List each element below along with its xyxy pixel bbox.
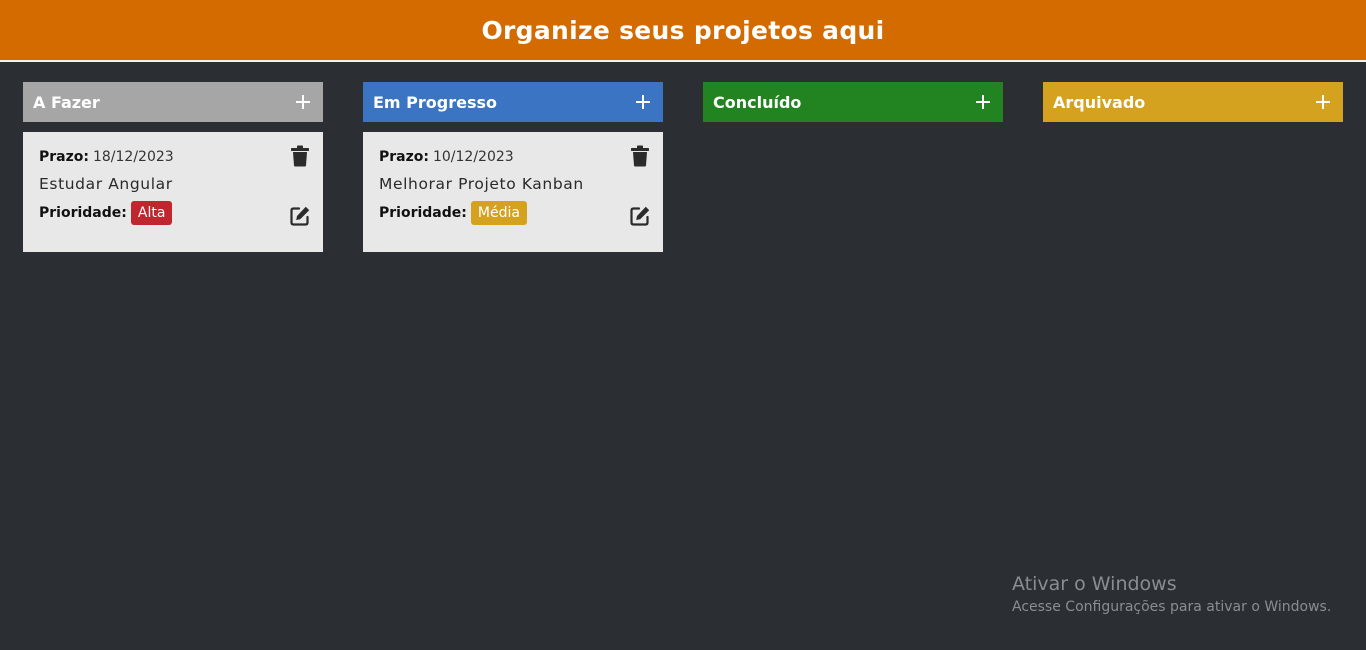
column-arquivado: Arquivado (1043, 82, 1343, 122)
edit-icon[interactable] (629, 205, 651, 227)
deadline-value: 18/12/2023 (92, 149, 174, 165)
column-header: Concluído (703, 82, 1003, 122)
priority-row: Prioridade: Alta (39, 200, 307, 226)
deadline-label: Prazo: (39, 149, 89, 165)
task-text: Melhorar Projeto Kanban (379, 175, 584, 193)
priority-badge: Média (470, 201, 527, 225)
priority-label: Prioridade: (379, 205, 467, 221)
kanban-page: Organize seus projetos aqui A Fazer Praz… (0, 0, 1366, 650)
priority-label: Prioridade: (39, 205, 127, 221)
trash-icon[interactable] (630, 145, 650, 167)
deadline-row: Prazo: 18/12/2023 (39, 148, 307, 166)
column-title: A Fazer (33, 92, 100, 112)
column-a-fazer: A Fazer Prazo: 18/12/2023 Estudar Angula… (23, 82, 323, 252)
deadline-label: Prazo: (379, 149, 429, 165)
watermark-subtitle: Acesse Configurações para ativar o Windo… (1012, 599, 1332, 615)
priority-badge: Alta (130, 201, 173, 225)
column-concluido: Concluído (703, 82, 1003, 122)
header-divider (0, 60, 1366, 62)
windows-activation-watermark: Ativar o Windows Acesse Configurações pa… (1012, 572, 1331, 617)
column-header: A Fazer (23, 82, 323, 122)
app-header: Organize seus projetos aqui (0, 0, 1366, 60)
column-title: Arquivado (1053, 92, 1146, 112)
add-card-button[interactable] (974, 92, 994, 112)
column-title: Concluído (713, 92, 802, 112)
deadline-row: Prazo: 10/12/2023 (379, 148, 647, 166)
watermark-title: Ativar o Windows (1012, 573, 1177, 595)
trash-icon[interactable] (290, 145, 310, 167)
task-card[interactable]: Prazo: 10/12/2023 Melhorar Projeto Kanba… (363, 132, 663, 252)
column-header: Arquivado (1043, 82, 1343, 122)
edit-icon[interactable] (289, 205, 311, 227)
page-title: Organize seus projetos aqui (481, 15, 885, 45)
priority-row: Prioridade: Média (379, 200, 647, 226)
task-card[interactable]: Prazo: 18/12/2023 Estudar Angular Priori… (23, 132, 323, 252)
column-title: Em Progresso (373, 92, 498, 112)
add-card-button[interactable] (634, 92, 654, 112)
column-header: Em Progresso (363, 82, 663, 122)
add-card-button[interactable] (294, 92, 314, 112)
column-em-progresso: Em Progresso Prazo: 10/12/2023 Melhorar … (363, 82, 663, 252)
deadline-value: 10/12/2023 (432, 149, 514, 165)
task-text: Estudar Angular (39, 175, 173, 193)
add-card-button[interactable] (1314, 92, 1334, 112)
